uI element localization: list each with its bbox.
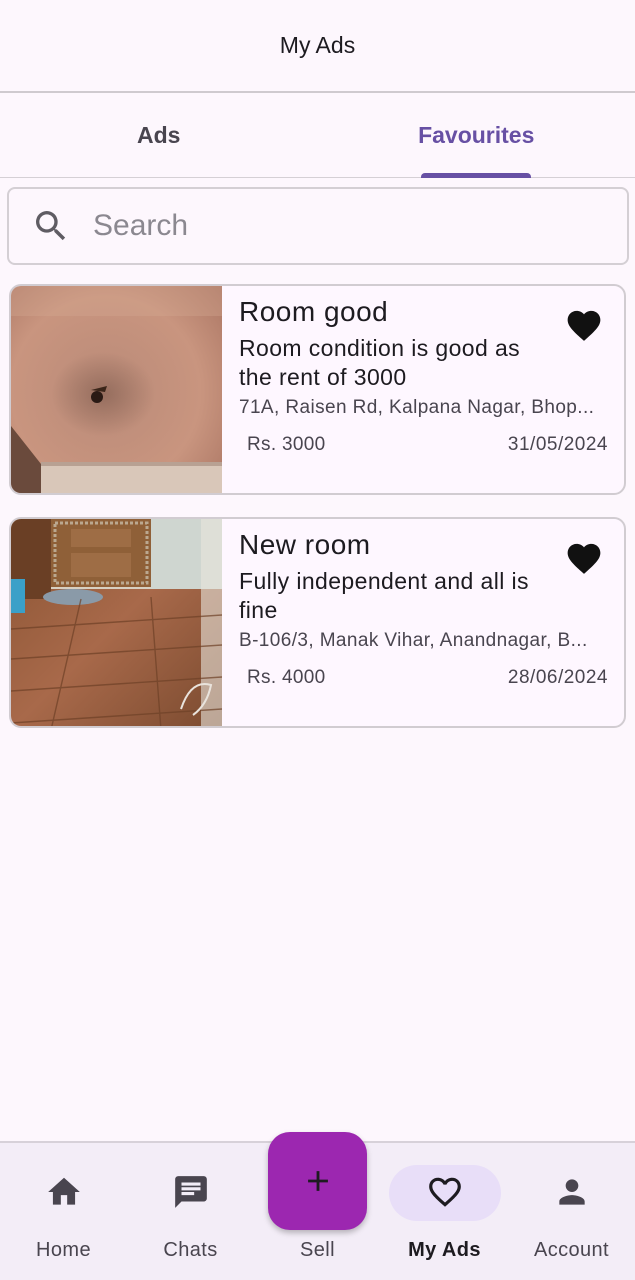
listing-details: New room Fully independent and all is fi…	[239, 519, 624, 726]
page-title: My Ads	[279, 32, 356, 58]
tab-ads-label: Ads	[137, 121, 181, 148]
tab-favourites-label: Favourites	[418, 121, 535, 148]
listing-date: 31/05/2024	[507, 434, 608, 455]
listing-card[interactable]: Room good Room condition is good as the …	[9, 284, 626, 495]
search-bar[interactable]	[7, 187, 629, 265]
listing-price: Rs. 3000	[247, 434, 326, 455]
nav-account[interactable]: Account	[508, 1143, 635, 1280]
tab-favourites[interactable]: Favourites	[318, 93, 635, 178]
nav-home[interactable]: Home	[0, 1143, 127, 1280]
heart-outline-icon	[428, 1177, 461, 1207]
sell-fab-button[interactable]	[268, 1132, 367, 1230]
chat-icon	[174, 1176, 207, 1208]
person-icon	[558, 1179, 585, 1205]
heart-filled-icon[interactable]	[564, 539, 604, 575]
nav-home-label: Home	[36, 1239, 91, 1261]
top-app-bar: My Ads	[0, 0, 635, 93]
tab-ads[interactable]: Ads	[0, 93, 318, 177]
listing-description: Fully independent and all is fine	[239, 568, 529, 623]
heart-filled-icon[interactable]	[564, 306, 604, 342]
tab-bar: Ads Favourites	[0, 93, 635, 178]
listing-card[interactable]: New room Fully independent and all is fi…	[9, 517, 626, 728]
listing-description: Room condition is good as the rent of 30…	[239, 335, 521, 390]
listing-address: B-106/3, Manak Vihar, Anandnagar, B...	[239, 630, 588, 651]
nav-chats[interactable]: Chats	[127, 1143, 254, 1280]
nav-my-ads-label: My Ads	[408, 1239, 481, 1261]
listing-address: 71A, Raisen Rd, Kalpana Nagar, Bhop...	[239, 397, 595, 418]
search-input[interactable]	[93, 209, 573, 243]
app-screen: My Ads Ads Favourites Search Room good R…	[0, 0, 635, 1280]
home-icon	[47, 1177, 80, 1205]
nav-account-label: Account	[533, 1239, 610, 1261]
listing-image-room-floor	[11, 519, 222, 726]
listing-details: Room good Room condition is good as the …	[239, 286, 624, 493]
nav-chats-label: Chats	[163, 1239, 218, 1261]
listing-date: 28/06/2024	[507, 667, 608, 688]
listing-title: Room good	[239, 296, 389, 327]
nav-sell-label: Sell	[300, 1239, 335, 1261]
search-icon	[36, 211, 66, 241]
active-tab-indicator	[421, 173, 532, 178]
listing-price: Rs. 4000	[247, 667, 326, 688]
listing-title: New room	[239, 529, 371, 560]
nav-my-ads[interactable]: My Ads	[381, 1143, 508, 1280]
listing-image-room-ceiling	[11, 286, 222, 493]
plus-icon	[307, 1171, 328, 1191]
